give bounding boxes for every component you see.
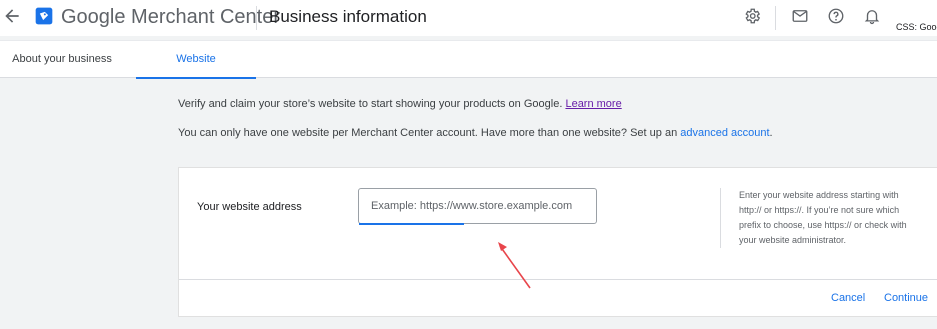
notifications-icon[interactable] xyxy=(863,7,881,25)
website-address-input[interactable] xyxy=(358,188,597,224)
limit-line: You can only have one website per Mercha… xyxy=(178,126,773,140)
tab-bar: About your business Website xyxy=(0,40,937,79)
tab-about-your-business[interactable]: About your business xyxy=(0,41,124,78)
intro-text: Verify and claim your store’s website to… xyxy=(178,98,563,110)
intro-line: Verify and claim your store’s website to… xyxy=(178,97,622,111)
advanced-account-link[interactable]: advanced account xyxy=(680,127,769,139)
brand-name: Google Merchant Center xyxy=(61,6,281,28)
tab-website[interactable]: Website xyxy=(136,41,256,79)
website-card: Your website address Enter your website … xyxy=(178,167,937,317)
learn-more-link[interactable]: Learn more xyxy=(565,98,621,110)
website-help-text: Enter your website address starting with… xyxy=(739,190,907,245)
continue-button[interactable]: Continue xyxy=(884,291,928,305)
cancel-button[interactable]: Cancel xyxy=(831,291,865,305)
website-address-label: Your website address xyxy=(197,201,302,213)
annotation-arrow-icon xyxy=(498,242,531,289)
card-divider xyxy=(179,279,937,280)
limit-text: You can only have one website per Mercha… xyxy=(178,127,678,139)
help-divider xyxy=(720,188,721,248)
help-icon[interactable] xyxy=(827,7,845,25)
back-arrow-icon[interactable] xyxy=(2,6,22,26)
header-icons-divider xyxy=(775,6,776,30)
account-label[interactable]: CSS: Goog xyxy=(896,22,937,33)
app-header: Google Merchant Center Business informat… xyxy=(0,0,937,36)
input-focus-underline xyxy=(359,223,464,225)
limit-period: . xyxy=(769,127,773,139)
header-divider xyxy=(256,6,257,30)
mail-icon[interactable] xyxy=(791,7,809,25)
page-title: Business information xyxy=(269,7,427,26)
settings-icon[interactable] xyxy=(743,7,761,25)
merchant-center-logo xyxy=(35,7,53,25)
